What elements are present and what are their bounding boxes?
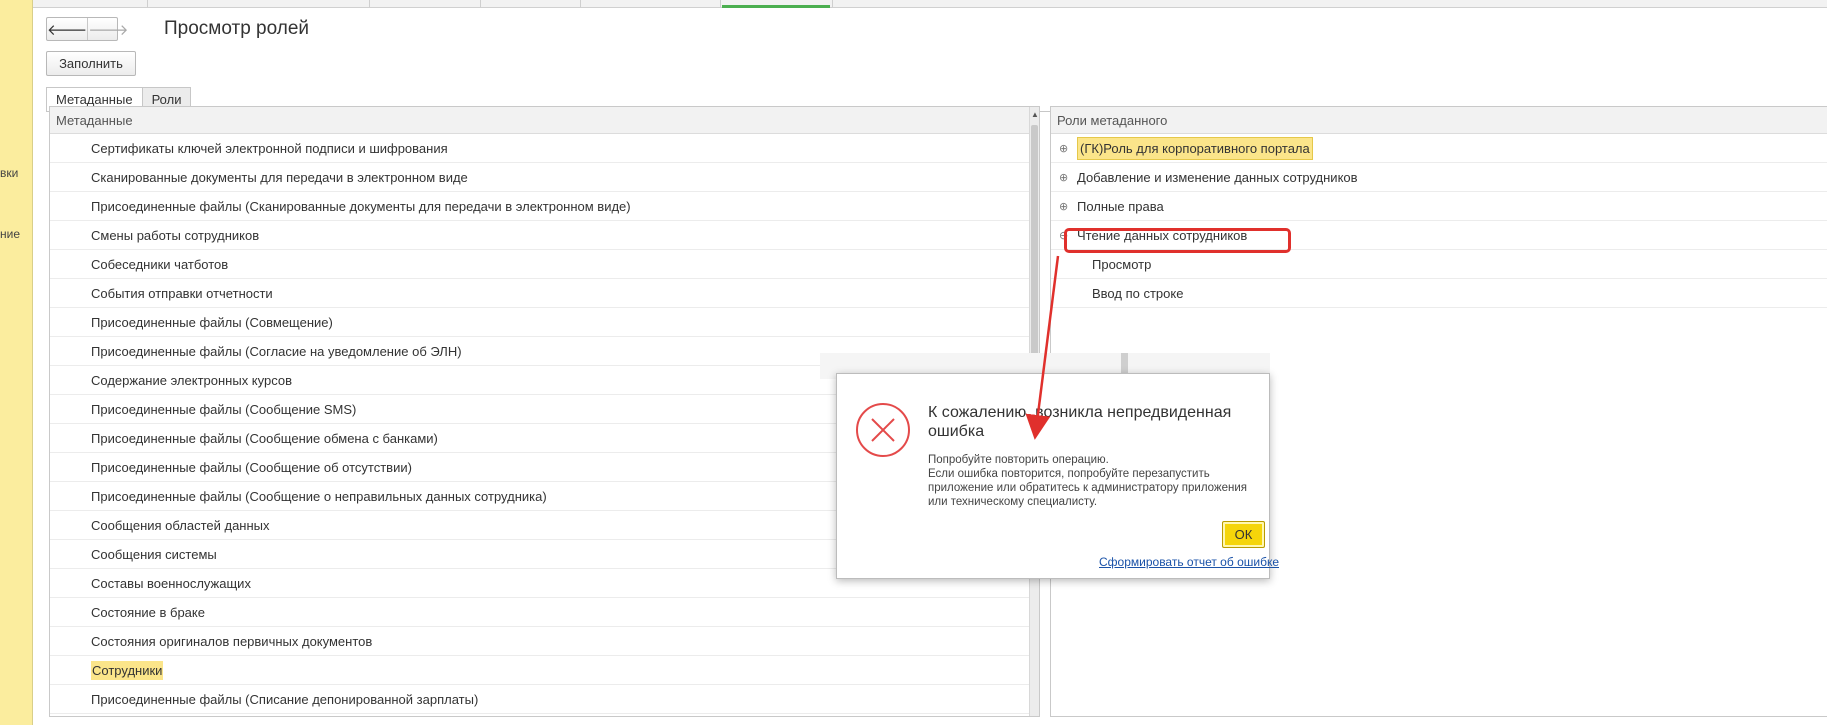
tree-child-row[interactable]: Просмотр [1051, 250, 1827, 279]
forward-button[interactable]: 🡒 [87, 18, 128, 40]
row-label: Присоединенные файлы (Совмещение) [91, 314, 333, 330]
annotation-highlight-box [1064, 228, 1291, 253]
window-tab[interactable] [481, 0, 581, 8]
row-label: События отправки отчетности [91, 285, 273, 301]
row-label: Присоединенные файлы (Сообщение обмена с… [91, 430, 438, 446]
row-label: Присоединенные файлы (Сообщение о неправ… [91, 488, 547, 504]
row-label: Состояния оригиналов первичных документо… [91, 633, 373, 649]
row-label: Сканированные документы для передачи в э… [91, 169, 468, 185]
metadata-column-header[interactable]: Метаданные [50, 107, 1039, 134]
left-panel-label[interactable]: вки [0, 166, 18, 180]
app-window: вки ние 🡐 🡒 Просмотр ролей Заполнить Мет… [0, 0, 1827, 725]
role-label: (ГК)Роль для корпоративного портала [1077, 136, 1313, 160]
role-label: Ввод по строке [1092, 285, 1184, 301]
table-row[interactable]: Смены работы сотрудников [50, 221, 1039, 250]
tree-child-row[interactable]: Ввод по строке [1051, 279, 1827, 308]
dialog-title: К сожалению, возникла непредвиденная оши… [928, 404, 1232, 440]
window-tab[interactable] [370, 0, 481, 8]
window-tabs-strip [33, 0, 1827, 8]
error-report-link[interactable]: Сформировать отчет об ошибке [1099, 555, 1279, 569]
scroll-up-icon[interactable]: ▲ [1031, 110, 1039, 119]
table-row-selected[interactable]: Сотрудники [50, 656, 1039, 685]
row-label: Сообщения системы [91, 546, 217, 562]
row-label: Присоединенные файлы (Согласие на уведом… [91, 343, 462, 359]
window-tab[interactable] [33, 0, 148, 8]
roles-column-header[interactable]: Роли метаданного [1051, 107, 1827, 134]
role-label: Полные права [1077, 198, 1164, 214]
tree-row[interactable]: ⊕ Добавление и изменение данных сотрудни… [1051, 163, 1827, 192]
row-label: Смены работы сотрудников [91, 227, 260, 243]
window-tab[interactable] [581, 0, 721, 8]
window-tab[interactable] [148, 0, 370, 8]
back-button[interactable]: 🡐 [47, 18, 87, 40]
table-row[interactable]: Сканированные документы для передачи в э… [50, 163, 1039, 192]
expand-icon[interactable]: ⊕ [1059, 171, 1077, 184]
row-label: Составы военнослужащих [91, 575, 251, 591]
row-label: Содержание электронных курсов [91, 372, 293, 388]
table-row[interactable]: Состояние в браке [50, 598, 1039, 627]
left-panel-label[interactable]: ние [0, 227, 20, 241]
error-icon [856, 403, 910, 457]
tree-row[interactable]: ⊕ (ГК)Роль для корпоративного портала [1051, 134, 1827, 163]
row-label: Присоединенные файлы (Сообщение SMS) [91, 401, 357, 417]
table-row[interactable]: Сертификаты ключей электронной подписи и… [50, 134, 1039, 163]
ok-button[interactable]: ОК [1222, 521, 1265, 548]
row-label: Сертификаты ключей электронной подписи и… [91, 140, 448, 156]
expand-icon[interactable]: ⊕ [1059, 200, 1077, 213]
row-label: Присоединенные файлы (Списание депониров… [91, 691, 479, 707]
table-row[interactable]: Состояния оригиналов первичных документо… [50, 627, 1039, 656]
tree-row[interactable]: ⊕ Полные права [1051, 192, 1827, 221]
history-navigation: 🡐 🡒 [46, 17, 128, 41]
table-row[interactable]: Присоединенные файлы (Совмещение) [50, 308, 1039, 337]
row-label: Присоединенные файлы (Сообщение об отсут… [91, 459, 412, 475]
expand-icon[interactable]: ⊕ [1059, 142, 1077, 155]
error-dialog: К сожалению, возникла непредвиденная оши… [836, 373, 1279, 579]
row-label: Присоединенные файлы (Сканированные доку… [91, 198, 631, 214]
dialog-message: Попробуйте повторить операцию. Если ошиб… [928, 454, 1248, 508]
role-label: Просмотр [1092, 256, 1152, 272]
table-row[interactable]: Присоединенные файлы (Списание депониров… [50, 685, 1039, 714]
row-label: Состояние в браке [91, 604, 205, 620]
row-label: Собеседники чатботов [91, 256, 229, 272]
left-panel: вки ние [0, 0, 33, 725]
row-label: Сотрудники [91, 660, 164, 680]
fill-button[interactable]: Заполнить [46, 51, 136, 76]
table-row[interactable]: Присоединенные файлы (Сканированные доку… [50, 192, 1039, 221]
page-title: Просмотр ролей [164, 18, 310, 39]
table-row[interactable]: Собеседники чатботов [50, 250, 1039, 279]
active-tab-indicator [722, 5, 830, 8]
role-label: Добавление и изменение данных сотруднико… [1077, 169, 1358, 185]
table-row[interactable]: События отправки отчетности [50, 279, 1039, 308]
row-label: Сообщения областей данных [91, 517, 270, 533]
